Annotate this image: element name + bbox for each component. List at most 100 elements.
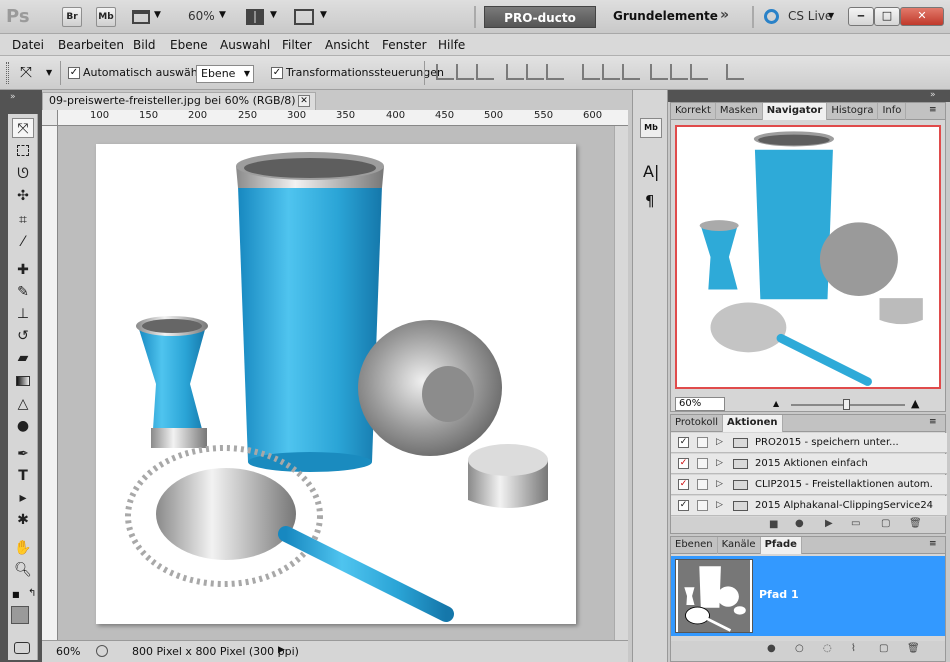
eyedropper-tool-icon[interactable]: ⁄ xyxy=(12,232,34,252)
navigator-zoom-slider[interactable] xyxy=(791,399,905,410)
document-image[interactable] xyxy=(96,144,576,624)
distribute-left-icon[interactable] xyxy=(650,64,668,80)
fill-path-icon[interactable]: ● xyxy=(767,643,776,654)
tab-info[interactable]: Info xyxy=(878,103,907,120)
action-enabled-checkbox[interactable]: ✓ xyxy=(678,479,689,490)
menu-bild[interactable]: Bild xyxy=(133,38,156,52)
play-icon[interactable]: ▶ xyxy=(825,518,833,529)
gradient-tool-icon[interactable] xyxy=(12,372,34,392)
distribute-right-icon[interactable] xyxy=(690,64,708,80)
vertical-ruler[interactable] xyxy=(42,126,58,640)
tab-aktionen[interactable]: Aktionen xyxy=(723,415,783,432)
collapse-icon[interactable]: » xyxy=(10,92,16,102)
marquee-tool-icon[interactable] xyxy=(12,142,34,162)
action-enabled-checkbox[interactable]: ✓ xyxy=(678,500,689,511)
action-set-row[interactable]: ✓ ▷ 2015 Aktionen einfach xyxy=(671,454,947,474)
mini-bridge-panel-icon[interactable]: Mb xyxy=(640,118,662,138)
trash-icon[interactable]: 🗑︎ xyxy=(909,518,922,529)
workspace-switcher[interactable]: Grundelemente xyxy=(613,9,718,23)
minimize-button[interactable]: ‒ xyxy=(848,7,874,26)
menu-fenster[interactable]: Fenster xyxy=(382,38,427,52)
dialog-toggle[interactable] xyxy=(697,437,708,448)
type-tool-icon[interactable]: T xyxy=(12,466,34,486)
arrange-documents-icon[interactable] xyxy=(246,9,264,25)
stop-icon[interactable]: ■ xyxy=(769,519,778,530)
zoom-slider-thumb[interactable] xyxy=(842,399,850,410)
dodge-tool-icon[interactable]: ● xyxy=(12,416,34,436)
record-icon[interactable]: ● xyxy=(795,518,804,529)
healing-brush-tool-icon[interactable]: ✚ xyxy=(12,260,34,280)
chevron-down-icon[interactable]: ▼ xyxy=(46,68,52,77)
action-enabled-checkbox[interactable]: ✓ xyxy=(678,458,689,469)
load-selection-icon[interactable]: ◌ xyxy=(823,643,832,654)
align-vcenter-icon[interactable] xyxy=(456,64,474,80)
auto-align-layers-icon[interactable] xyxy=(726,64,744,80)
distribute-vcenter-icon[interactable] xyxy=(602,64,620,80)
blur-tool-icon[interactable]: △ xyxy=(12,394,34,414)
bridge-button[interactable]: Br xyxy=(62,7,82,27)
character-panel-icon[interactable]: A| xyxy=(643,162,659,181)
align-bottom-icon[interactable] xyxy=(476,64,494,80)
navigator-preview[interactable] xyxy=(675,125,941,389)
move-tool-icon[interactable]: ⤧ xyxy=(12,118,34,138)
history-brush-tool-icon[interactable]: ↺ xyxy=(12,326,34,346)
panel-menu-icon[interactable]: ≡ xyxy=(929,539,937,549)
chevron-down-icon[interactable]: ▼ xyxy=(270,10,277,20)
status-zoom[interactable]: 60% xyxy=(56,645,80,658)
chevron-down-icon[interactable]: ▼ xyxy=(320,10,327,20)
collapse-icon[interactable]: » xyxy=(930,90,936,100)
make-work-path-icon[interactable]: ⌇ xyxy=(851,643,856,654)
pen-tool-icon[interactable]: ✒ xyxy=(12,444,34,464)
tab-masken[interactable]: Masken xyxy=(716,103,763,120)
menu-filter[interactable]: Filter xyxy=(282,38,312,52)
dialog-toggle[interactable] xyxy=(697,458,708,469)
zoom-tool-icon[interactable]: 🔍︎ xyxy=(12,560,34,580)
zoom-in-icon[interactable]: ▲ xyxy=(911,397,919,410)
horizontal-ruler[interactable]: 100 150 200 250 300 350 400 450 500 550 … xyxy=(58,110,628,126)
document-tab[interactable]: 09-preiswerte-freisteller.jpg bei 60% (R… xyxy=(42,92,316,110)
action-set-row[interactable]: ✓ ▷ CLIP2015 - Freistellaktionen autom. xyxy=(671,475,947,495)
auto-select-dropdown[interactable]: Ebene ▼ xyxy=(196,65,254,83)
foreground-color-swatch[interactable] xyxy=(11,606,29,624)
crop-tool-icon[interactable]: ⌗ xyxy=(12,210,34,230)
menu-hilfe[interactable]: Hilfe xyxy=(438,38,465,52)
dialog-toggle[interactable] xyxy=(697,479,708,490)
workspace-badge[interactable]: PRO-ducto GmbH xyxy=(484,6,596,47)
tab-ebenen[interactable]: Ebenen xyxy=(671,537,718,554)
chevron-down-icon[interactable]: ▼ xyxy=(828,11,834,20)
maximize-button[interactable]: □ xyxy=(874,7,900,26)
lasso-tool-icon[interactable]: ᘎ xyxy=(12,164,34,184)
transform-controls-checkbox[interactable]: ✓ xyxy=(271,67,283,79)
quick-selection-tool-icon[interactable]: ✣ xyxy=(12,186,34,206)
more-workspaces-icon[interactable]: » xyxy=(720,7,729,23)
distribute-bottom-icon[interactable] xyxy=(622,64,640,80)
vertical-scrollbar[interactable] xyxy=(614,126,628,640)
trash-icon[interactable]: 🗑︎ xyxy=(907,643,920,654)
expand-triangle-icon[interactable]: ▷ xyxy=(716,454,723,473)
path-row-selected[interactable]: Pfad 1 xyxy=(671,556,945,636)
paragraph-panel-icon[interactable]: ¶ xyxy=(645,192,655,210)
navigator-zoom-field[interactable]: 60% xyxy=(675,397,725,411)
align-left-icon[interactable] xyxy=(506,64,524,80)
close-button[interactable]: ✕ xyxy=(900,7,944,26)
tab-navigator[interactable]: Navigator xyxy=(762,103,828,120)
action-set-row[interactable]: ✓ ▷ PRO2015 - speichern unter... xyxy=(671,433,947,453)
menu-ansicht[interactable]: Ansicht xyxy=(325,38,369,52)
menu-auswahl[interactable]: Auswahl xyxy=(220,38,270,52)
action-enabled-checkbox[interactable]: ✓ xyxy=(678,437,689,448)
cs-live-label[interactable]: CS Live xyxy=(788,9,832,23)
grip-handle[interactable] xyxy=(6,62,9,84)
clone-stamp-tool-icon[interactable]: ⊥ xyxy=(12,304,34,324)
chevron-right-icon[interactable]: ▶ xyxy=(278,645,285,655)
default-colors-icon[interactable]: ■ xyxy=(12,590,20,599)
expand-triangle-icon[interactable]: ▷ xyxy=(716,433,723,452)
zoom-level[interactable]: 60% xyxy=(188,9,215,23)
status-menu-icon[interactable] xyxy=(96,645,108,657)
new-path-icon[interactable]: ▢ xyxy=(879,643,888,654)
auto-select-checkbox[interactable]: ✓ xyxy=(68,67,80,79)
swap-colors-icon[interactable]: ↰ xyxy=(28,588,36,599)
shape-tool-icon[interactable]: ✱ xyxy=(12,510,34,530)
chevron-down-icon[interactable]: ▼ xyxy=(219,10,226,20)
panel-menu-icon[interactable]: ≡ xyxy=(929,417,937,427)
mini-bridge-button[interactable]: Mb xyxy=(96,7,116,27)
